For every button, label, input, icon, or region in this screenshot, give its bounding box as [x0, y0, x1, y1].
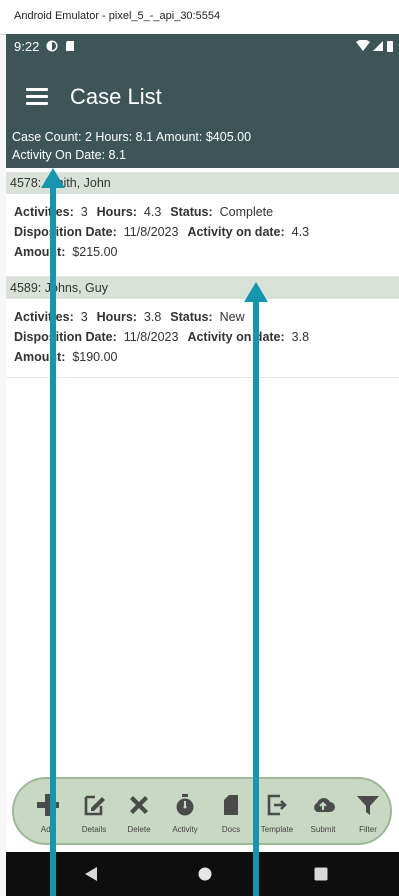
status-value: New: [219, 310, 245, 324]
app-bar: Case List: [6, 60, 399, 124]
nav-home-icon[interactable]: [198, 867, 212, 881]
document-icon: [224, 795, 238, 815]
emulator-title: Android Emulator - pixel_5_-_api_30:5554: [14, 10, 221, 22]
wifi-icon: [356, 40, 370, 51]
hours-label: Hours:: [96, 310, 137, 324]
play-protect-icon: [46, 40, 58, 52]
docs-label: Docs: [221, 825, 241, 834]
status-label: Status:: [170, 310, 213, 324]
amount-value: $190.00: [72, 350, 118, 364]
case-header-label: 4578: Smith, John: [10, 176, 111, 190]
activity-label: Activity: [172, 825, 198, 834]
filter-button[interactable]: Filter: [348, 789, 388, 839]
status-time: 9:22: [14, 39, 40, 54]
nav-back-icon[interactable]: [84, 866, 98, 882]
sd-card-icon: [66, 41, 74, 51]
case-header[interactable]: 4578: Smith, John: [6, 172, 399, 194]
case-summary: Case Count: 2 Hours: 8.1 Amount: $405.00…: [6, 124, 399, 168]
disposition-date-label: Disposition Date:: [14, 330, 117, 344]
template-button[interactable]: Template: [257, 789, 297, 839]
page-title: Case List: [70, 84, 162, 109]
hours-label: Hours:: [96, 205, 137, 219]
disposition-date-value: 11/8/2023: [123, 225, 179, 239]
nav-recents-icon[interactable]: [314, 867, 328, 881]
status-bar: 9:22: [6, 34, 399, 60]
template-label: Template: [260, 825, 294, 834]
action-toolbar: Add Details Delete Activity Docs Templat…: [12, 777, 392, 845]
add-label: Add: [40, 825, 56, 834]
delete-button[interactable]: Delete: [119, 789, 159, 839]
activity-on-date-value: 3.8: [291, 330, 310, 344]
case-header-label: 4589: Johns, Guy: [10, 281, 108, 295]
activities-label: Activities:: [14, 205, 74, 219]
phone-screen: 9:22 Case List Case Count: 2 Hours: 8.1 …: [6, 34, 399, 896]
plus-icon: [37, 794, 59, 816]
status-value: Complete: [219, 205, 274, 219]
amount-label: Amount:: [14, 350, 66, 364]
summary-line-2: Activity On Date: 8.1: [12, 148, 126, 162]
activity-on-date-label: Activity on date:: [187, 330, 285, 344]
status-label: Status:: [170, 205, 213, 219]
submit-button[interactable]: Submit: [303, 789, 343, 839]
activity-on-date-value: 4.3: [291, 225, 310, 239]
signal-icon: [373, 41, 383, 51]
amount-value: $215.00: [72, 245, 118, 259]
case-header[interactable]: 4589: Johns, Guy: [6, 277, 399, 299]
emulator-title-bar: Android Emulator - pixel_5_-_api_30:5554: [0, 0, 399, 35]
disposition-date-label: Disposition Date:: [14, 225, 117, 239]
disposition-date-value: 11/8/2023: [123, 330, 179, 344]
details-button[interactable]: Details: [74, 789, 114, 839]
hours-value: 3.8: [143, 310, 162, 324]
case-item[interactable]: Activities: 3 Hours: 4.3 Status: Complete …: [6, 194, 399, 277]
activities-label: Activities:: [14, 310, 74, 324]
edit-details-icon: [84, 795, 105, 816]
summary-line-1: Case Count: 2 Hours: 8.1 Amount: $405.00: [12, 130, 252, 144]
filter-funnel-icon: [357, 796, 379, 815]
battery-icon: [387, 41, 393, 52]
emulator-frame: Android Emulator - pixel_5_-_api_30:5554…: [0, 0, 399, 896]
activities-value: 3: [80, 310, 88, 324]
close-x-icon: [130, 796, 148, 814]
docs-button[interactable]: Docs: [211, 789, 251, 839]
activities-value: 3: [80, 205, 88, 219]
activity-button[interactable]: Activity: [165, 789, 205, 839]
delete-label: Delete: [127, 825, 151, 834]
amount-label: Amount:: [14, 245, 66, 259]
cloud-upload-icon: [314, 798, 335, 812]
hours-value: 4.3: [143, 205, 162, 219]
filter-label: Filter: [359, 825, 377, 834]
stopwatch-icon: [176, 794, 194, 816]
template-export-icon: [267, 794, 287, 816]
android-nav-bar: [6, 852, 399, 896]
add-button[interactable]: Add: [28, 789, 68, 839]
activity-on-date-label: Activity on date:: [187, 225, 285, 239]
hamburger-menu-icon[interactable]: [26, 88, 48, 105]
case-item[interactable]: Activities: 3 Hours: 3.8 Status: New Dispo…: [6, 299, 399, 378]
